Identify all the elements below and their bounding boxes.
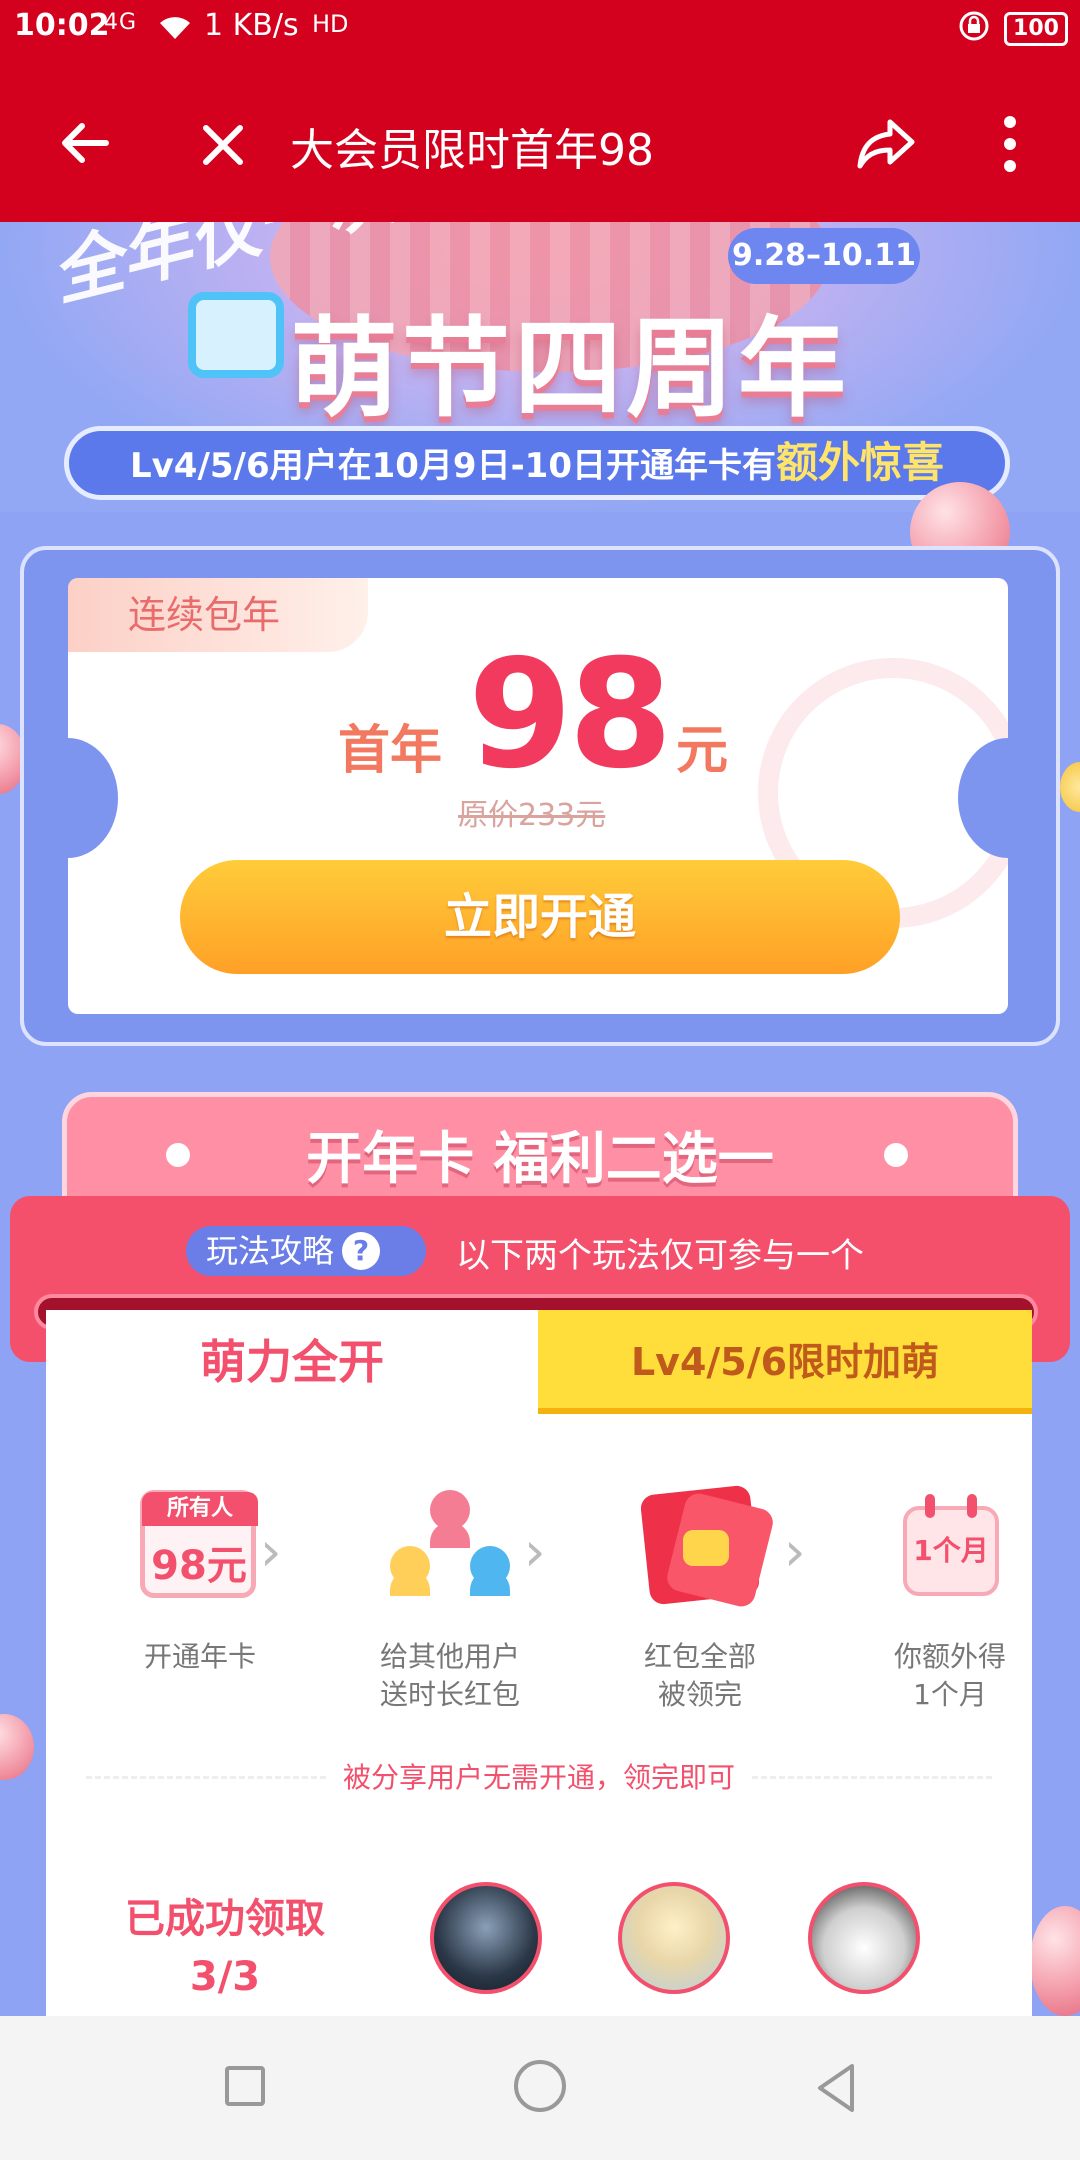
- decor-ball: [1060, 762, 1080, 812]
- user-body: [430, 1522, 470, 1548]
- decor-ball: [1030, 1906, 1080, 2016]
- claimed-status: 已成功领取 3/3: [110, 1890, 340, 2006]
- status-time: 10:02: [14, 8, 110, 43]
- section-title: 开年卡 福利二选一: [306, 1127, 774, 1192]
- back-arrow-icon[interactable]: [50, 108, 120, 178]
- hd-icon: HD: [312, 10, 349, 38]
- system-nav-bar: [0, 2016, 1080, 2160]
- wifi-icon: [158, 14, 192, 49]
- help-icon: ?: [342, 1232, 381, 1270]
- price-prefix: 首年: [338, 721, 443, 781]
- chevron-right-icon: ›: [524, 1520, 546, 1583]
- benefit-card: 萌力全开 Lv4/5/6限时加萌 所有人 98元 开通年卡 › 给其他用户 送时…: [46, 1310, 1032, 2020]
- nav-back-icon[interactable]: [808, 2060, 864, 2116]
- app-bar: 大会员限时首年98: [0, 56, 1080, 222]
- decor-ball: [0, 1714, 34, 1780]
- year-card-icon: 所有人 98元: [135, 1490, 265, 1600]
- step-envelope: 红包全部 被领完: [600, 1484, 800, 1714]
- close-icon[interactable]: [188, 110, 258, 180]
- guide-label: 玩法攻略: [206, 1232, 335, 1270]
- step-label: 开通年卡: [143, 1640, 256, 1673]
- users-share-icon: [385, 1490, 515, 1600]
- step-share: 给其他用户 送时长红包: [350, 1490, 550, 1714]
- share-note-row: 被分享用户无需开通，领完即可: [46, 1756, 1032, 1796]
- step-label: 你额外得 1个月: [893, 1640, 1006, 1711]
- signal-icon: 4G: [104, 10, 138, 35]
- share-icon[interactable]: [850, 108, 922, 180]
- step1-price: 98元: [151, 1543, 247, 1589]
- home-icon[interactable]: [514, 2060, 566, 2112]
- claimed-label: 已成功领取: [125, 1896, 325, 1942]
- promo-banner: 全年仅一次 萌节四周年 9.28–10.11 Lv4/5/6用户在10月9日-1…: [0, 222, 1080, 512]
- step1-badge: 所有人: [142, 1492, 258, 1526]
- tv-mascot-icon: [188, 292, 284, 378]
- calendar-box: 1个月: [903, 1506, 999, 1596]
- claimed-count: 3/3: [189, 1954, 261, 2000]
- top-bar: 10:02 4G 1 KB/s HD 100 大会员限时首年98: [0, 0, 1080, 222]
- calendar-ring: [925, 1494, 935, 1518]
- calendar-icon: 1个月: [885, 1490, 1015, 1600]
- avatar[interactable]: [808, 1882, 920, 1994]
- tab-full-power[interactable]: 萌力全开: [46, 1310, 538, 1414]
- plan-tag: 连续包年: [68, 578, 368, 652]
- banner-strip-text: Lv4/5/6用户在10月9日-10日开通年卡有: [129, 446, 777, 486]
- red-envelope-icon: [635, 1484, 776, 1610]
- banner-strip-highlight: 额外惊喜: [776, 438, 945, 487]
- price-unit: 元: [676, 721, 729, 781]
- more-vert-icon[interactable]: [990, 108, 1030, 180]
- step-open-card: 所有人 98元 开通年卡: [100, 1490, 300, 1676]
- offer-ticket: 连续包年 首年 98 元 原价233元 立即开通: [68, 578, 1008, 1014]
- step-extra-month: 1个月 你额外得 1个月: [850, 1490, 1050, 1714]
- year-card-box: 所有人 98元: [140, 1490, 258, 1598]
- section-note: 以下两个玩法仅可参与一个: [456, 1236, 864, 1276]
- subscribe-button[interactable]: 立即开通: [180, 860, 900, 974]
- rotation-lock-icon: [958, 10, 990, 50]
- step-label: 红包全部 被领完: [643, 1640, 756, 1711]
- recent-apps-icon[interactable]: [225, 2066, 265, 2106]
- chevron-right-icon: ›: [260, 1520, 282, 1583]
- calendar-ring: [967, 1494, 977, 1518]
- battery-icon: 100: [1004, 12, 1068, 46]
- chevron-right-icon: ›: [784, 1520, 806, 1583]
- step-label: 给其他用户 送时长红包: [379, 1640, 520, 1711]
- avatar[interactable]: [430, 1882, 542, 1994]
- ticket-notch: [68, 738, 118, 858]
- tab-level-bonus[interactable]: Lv4/5/6限时加萌: [538, 1310, 1032, 1414]
- original-price: 原价233元: [458, 798, 606, 833]
- banner-strip: Lv4/5/6用户在10月9日-10日开通年卡有额外惊喜: [64, 426, 1010, 500]
- share-note: 被分享用户无需开通，领完即可: [326, 1761, 751, 1794]
- price-value: 98: [468, 628, 673, 802]
- status-bar: 10:02 4G 1 KB/s HD 100: [0, 0, 1080, 56]
- date-range-badge: 9.28–10.11: [728, 228, 920, 284]
- network-speed: 1 KB/s: [204, 8, 299, 43]
- page-title: 大会员限时首年98: [290, 125, 654, 176]
- avatar[interactable]: [618, 1882, 730, 1994]
- banner-heading: 萌节四周年: [290, 307, 851, 432]
- envelope-face: [683, 1530, 729, 1566]
- guide-button[interactable]: 玩法攻略?: [186, 1226, 426, 1276]
